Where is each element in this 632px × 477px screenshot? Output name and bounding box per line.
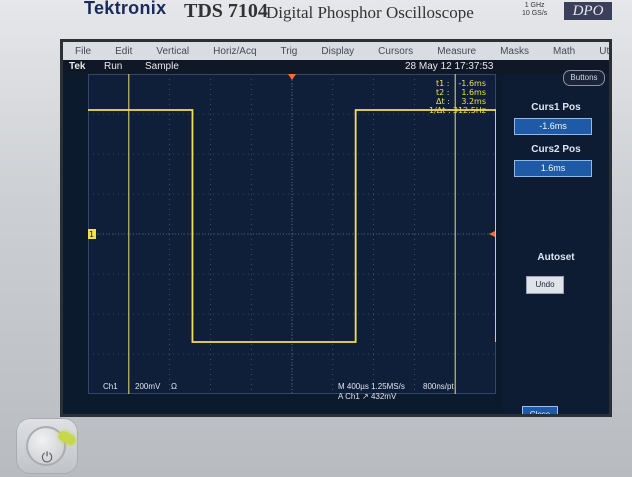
- t1-value: -1.6ms: [458, 79, 486, 88]
- menu-item-utilities[interactable]: Utilities: [599, 46, 609, 57]
- menu-item-measure[interactable]: Measure: [437, 46, 476, 57]
- spec-line-2: 10 GS/s: [522, 10, 548, 17]
- channel-1-marker[interactable]: 1: [86, 229, 96, 239]
- menu-item-trig[interactable]: Trig: [281, 46, 298, 57]
- channel-label[interactable]: Ch1: [103, 382, 118, 391]
- brand-logo: Tektronix: [84, 0, 167, 18]
- control-panel: Curs1 Pos -1.6ms Curs2 Pos 1.6ms Autoset…: [503, 74, 609, 414]
- product-family-badge: DPO: [564, 2, 612, 20]
- autoset-label: Autoset: [537, 252, 575, 263]
- buttons-toggle[interactable]: Buttons: [563, 70, 605, 86]
- close-button[interactable]: Close: [522, 406, 558, 414]
- spec-label: 1 GHz 10 GS/s: [522, 2, 547, 18]
- menu-bar: File Edit Vertical Horiz/Acq Trig Display Curs…: [63, 42, 609, 60]
- ohm-symbol: Ω: [171, 382, 177, 391]
- run-status: Run: [104, 61, 123, 72]
- menu-item-cursors[interactable]: Cursors: [378, 46, 413, 57]
- menu-item-vertical[interactable]: Vertical: [156, 46, 189, 57]
- t1-label: t1 :: [436, 79, 449, 88]
- model-description: Digital Phosphor Oscilloscope: [266, 3, 474, 22]
- curs2-pos-label: Curs2 Pos: [531, 144, 581, 155]
- trigger-readout[interactable]: A Ch1 ↗ 432mV: [338, 392, 396, 401]
- resolution-readout: 800ns/pt: [423, 382, 454, 391]
- waveform-display: 1 t1 : -1.6ms t2 : 1.6ms Δt : 3.2ms 1/Δt…: [86, 74, 497, 394]
- oscilloscope-screen: File Edit Vertical Horiz/Acq Trig Display Curs…: [63, 42, 609, 414]
- power-button[interactable]: ⏻: [26, 426, 78, 466]
- curs2-pos-field[interactable]: 1.6ms: [514, 160, 592, 177]
- curs1-pos-label: Curs1 Pos: [531, 102, 581, 113]
- vertical-scale[interactable]: 200mV: [135, 382, 160, 391]
- delta-t-label: Δt :: [436, 97, 450, 106]
- curs1-pos-field[interactable]: -1.6ms: [514, 118, 592, 135]
- brand-strip: Tektronix TDS 7104 Digital Phosphor Osci…: [60, 0, 632, 30]
- spec-line-1: 1 GHz: [524, 2, 545, 9]
- status-bar: Tek Run Sample 28 May 12 17:37:53: [63, 60, 609, 74]
- menu-item-math[interactable]: Math: [553, 46, 575, 57]
- menu-item-horiz-acq[interactable]: Horiz/Acq: [213, 46, 256, 57]
- date-time: 28 May 12 17:37:53: [405, 61, 494, 72]
- bottom-readout: Ch1 200mV Ω M 400µs 1.25MS/s 800ns/pt A …: [63, 382, 503, 414]
- acquisition-mode: Sample: [145, 61, 179, 72]
- model-number: TDS 7104: [184, 0, 268, 22]
- inverse-delta-t-label: 1/Δt :: [429, 106, 451, 115]
- power-button-area: ⏻: [16, 418, 78, 474]
- menu-item-masks[interactable]: Masks: [500, 46, 529, 57]
- inverse-delta-t-value: 312.5Hz: [453, 106, 486, 115]
- tek-label: Tek: [69, 61, 86, 72]
- power-indicator-led: [56, 429, 78, 447]
- menu-item-edit[interactable]: Edit: [115, 46, 132, 57]
- menu-item-file[interactable]: File: [75, 46, 91, 57]
- undo-button[interactable]: Undo: [526, 276, 564, 294]
- menu-item-display[interactable]: Display: [321, 46, 354, 57]
- t2-value: 1.6ms: [461, 88, 486, 97]
- t2-label: t2 :: [436, 88, 449, 97]
- timebase-readout[interactable]: M 400µs 1.25MS/s: [338, 382, 405, 391]
- delta-t-value: 3.2ms: [461, 97, 486, 106]
- power-icon: ⏻: [41, 449, 53, 465]
- graticule[interactable]: 1 t1 : -1.6ms t2 : 1.6ms Δt : 3.2ms 1/Δt…: [86, 74, 497, 394]
- channel-1-marker-label: 1: [89, 230, 94, 239]
